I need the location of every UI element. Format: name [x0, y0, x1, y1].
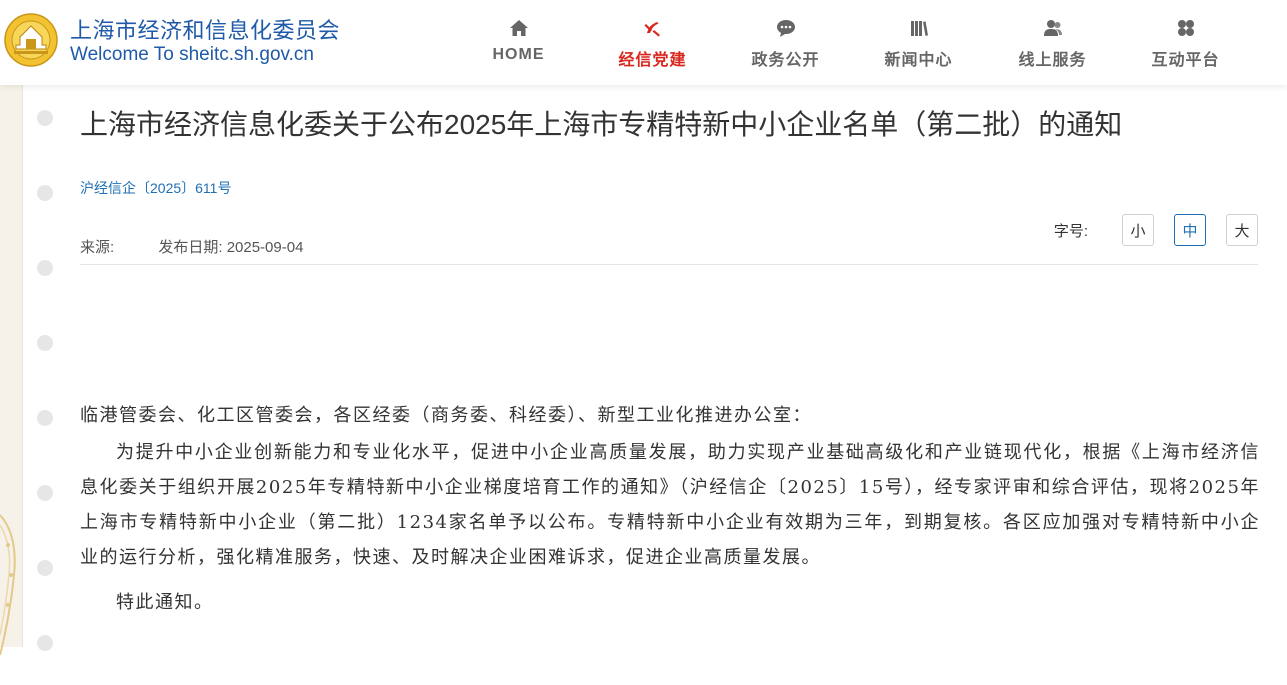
home-icon	[452, 18, 585, 40]
users-icon	[986, 18, 1119, 40]
font-size-switcher: 字号: 小 中 大	[1054, 213, 1258, 247]
article-content: 临港管委会、化工区管委会，各区经委（商务委、科经委）、新型工业化推进办公室： 为…	[80, 398, 1260, 620]
timeline-dot	[37, 560, 53, 576]
nav-item-government-affairs[interactable]: 政务公开	[719, 18, 852, 70]
site-logo-text[interactable]: 上海市经济和信息化委员会 Welcome To sheitc.sh.gov.cn	[70, 18, 340, 66]
nav-item-party-building[interactable]: 经信党建	[586, 18, 719, 70]
site-name-cn: 上海市经济和信息化委员会	[70, 18, 341, 43]
shanghai-emblem-icon[interactable]	[2, 13, 60, 67]
nav-item-interaction[interactable]: 互动平台	[1119, 18, 1252, 70]
books-icon	[852, 18, 985, 40]
publish-date-value: 2025-09-04	[226, 239, 304, 256]
timeline-dot	[37, 410, 53, 426]
font-size-small-button[interactable]: 小	[1122, 214, 1154, 246]
rail-divider	[22, 85, 23, 647]
font-size-label: 字号:	[1053, 222, 1088, 240]
nav-label-interaction: 互动平台	[1151, 52, 1220, 69]
timeline-dot	[37, 260, 53, 276]
nav-label-news: 新闻中心	[884, 52, 953, 69]
speech-bubble-icon	[719, 18, 852, 40]
party-emblem-icon	[586, 18, 719, 40]
timeline-dot	[37, 635, 53, 651]
site-name-en: Welcome To sheitc.sh.gov.cn	[70, 44, 314, 65]
nav-label-government-affairs: 政务公开	[751, 52, 820, 69]
font-size-large-button[interactable]: 大	[1226, 214, 1258, 246]
nav-label-home: HOME	[492, 46, 545, 63]
nav-label-online-services: 线上服务	[1018, 52, 1087, 69]
nav-item-home[interactable]: HOME	[452, 18, 585, 64]
timeline-dot	[37, 185, 53, 201]
ornament-icon	[0, 514, 16, 656]
timeline-dot	[37, 110, 53, 126]
nav-item-news[interactable]: 新闻中心	[852, 18, 985, 70]
meta-divider	[80, 264, 1258, 265]
publish-date-label: 发布日期:	[158, 239, 223, 256]
nav-label-party-building: 经信党建	[618, 52, 687, 69]
article-meta: 来源: 发布日期: 2025-09-04	[80, 236, 303, 257]
nav-item-online-services[interactable]: 线上服务	[986, 18, 1119, 70]
article-title: 上海市经济信息化委关于公布2025年上海市专精特新中小企业名单（第二批）的通知	[80, 109, 1123, 140]
timeline-dot	[37, 335, 53, 351]
body-paragraph: 为提升中小企业创新能力和专业化水平，促进中小企业高质量发展，助力实现产业基础高级…	[80, 442, 1260, 568]
document-number: 沪经信企〔2025〕611号	[80, 180, 232, 196]
closing-line: 特此通知。	[116, 592, 214, 613]
source-label: 来源:	[80, 239, 115, 256]
site-header: 上海市经济和信息化委员会 Welcome To sheitc.sh.gov.cn…	[0, 0, 1287, 85]
clover-icon	[1119, 18, 1252, 40]
addressee-line: 临港管委会、化工区管委会，各区经委（商务委、科经委）、新型工业化推进办公室：	[80, 405, 812, 426]
timeline-dot	[37, 485, 53, 501]
left-decorative-rail	[0, 85, 22, 656]
font-size-medium-button[interactable]: 中	[1174, 214, 1206, 246]
